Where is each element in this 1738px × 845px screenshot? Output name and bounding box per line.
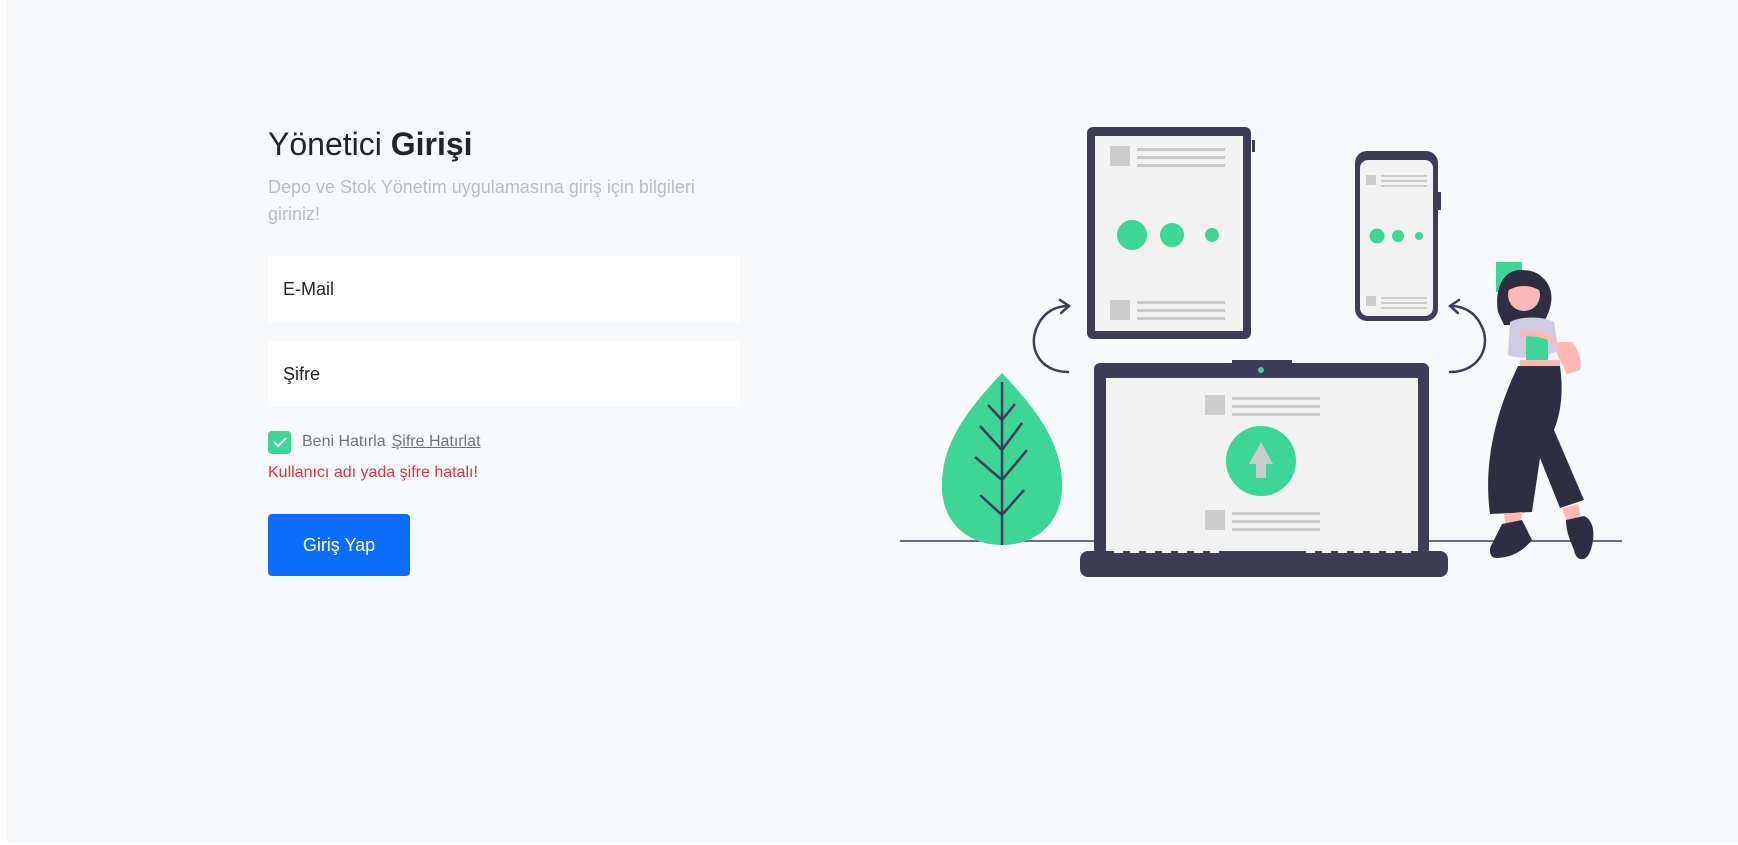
remember-row: Beni Hatırla Şifre Hatırlat bbox=[268, 430, 740, 454]
phone-icon bbox=[1355, 151, 1441, 321]
tablet-icon bbox=[1087, 127, 1255, 339]
woman-figure-icon bbox=[1488, 262, 1594, 560]
page-title: Yönetici Girişi bbox=[268, 124, 740, 164]
devices-illustration bbox=[900, 127, 1622, 577]
login-button[interactable]: Giriş Yap bbox=[268, 514, 410, 576]
forgot-password-link[interactable]: Şifre Hatırlat bbox=[392, 433, 481, 451]
login-page: Yönetici Girişi Depo ve Stok Yönetim uyg… bbox=[7, 0, 1738, 843]
email-field[interactable] bbox=[268, 256, 740, 322]
login-form: Yönetici Girişi Depo ve Stok Yönetim uyg… bbox=[268, 124, 740, 576]
laptop-icon bbox=[1080, 360, 1448, 577]
error-message: Kullanıcı adı yada şifre hatalı! bbox=[268, 464, 478, 481]
remember-label[interactable]: Beni Hatırla bbox=[302, 433, 386, 451]
password-field[interactable] bbox=[268, 341, 740, 407]
check-icon bbox=[273, 437, 286, 447]
title-regular: Yönetici bbox=[268, 126, 382, 162]
page-subtitle: Depo ve Stok Yönetim uygulamasına giriş … bbox=[268, 177, 695, 224]
remember-checkbox[interactable] bbox=[268, 430, 291, 454]
title-bold: Girişi bbox=[390, 126, 473, 162]
leaf-plant-icon bbox=[941, 373, 1063, 545]
